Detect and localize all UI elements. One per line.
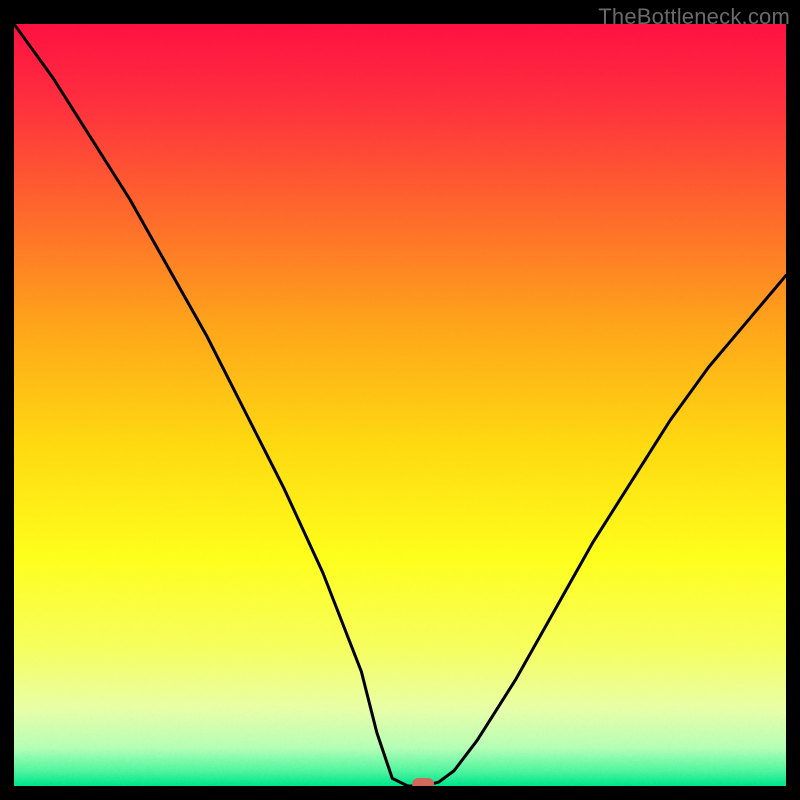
curve-overlay (14, 24, 786, 786)
plot-area (14, 24, 786, 786)
watermark-label: TheBottleneck.com (598, 4, 790, 30)
bottleneck-curve (14, 24, 786, 786)
chart-frame: TheBottleneck.com (0, 0, 800, 800)
optimal-point-marker (412, 778, 434, 786)
